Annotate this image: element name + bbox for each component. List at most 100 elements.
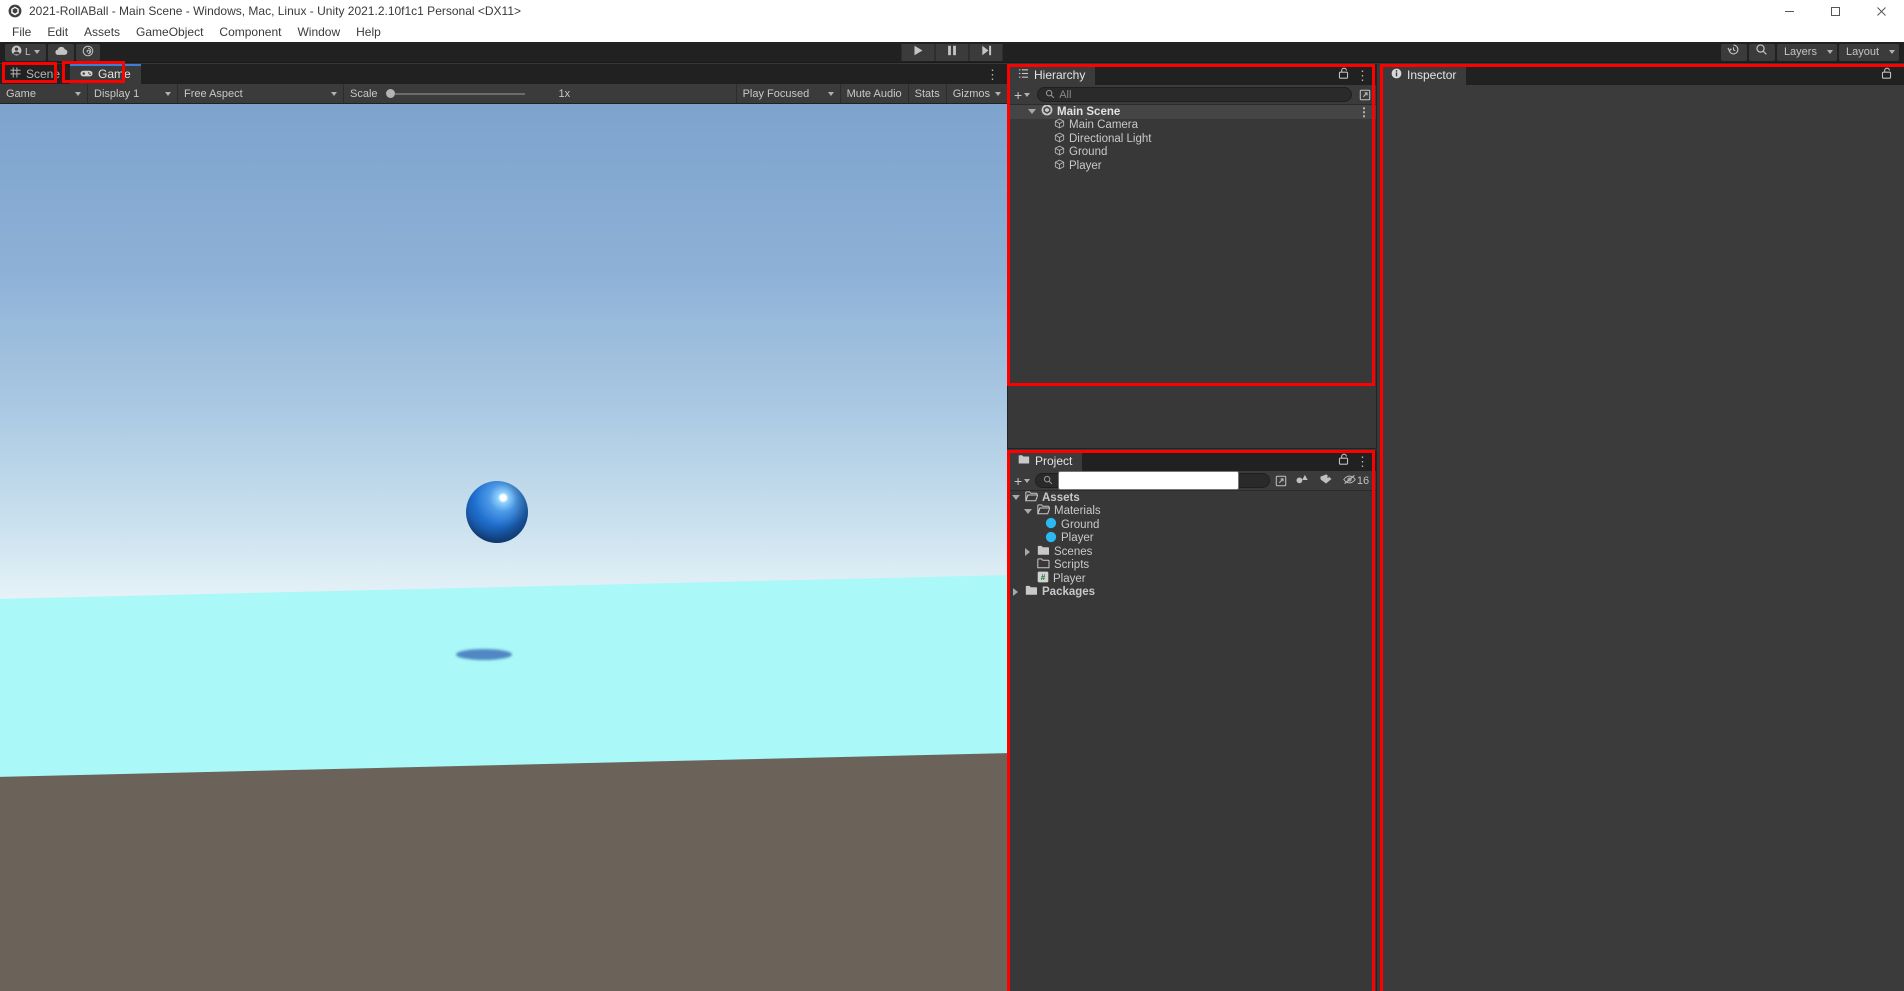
chevron-right-icon[interactable]	[1022, 547, 1033, 556]
create-gameobject-button[interactable]: +	[1011, 88, 1033, 102]
scale-slider[interactable]	[384, 89, 525, 98]
hierarchy-tree[interactable]: Main Scene ⋮ Main Camera Directional Lig…	[1008, 105, 1376, 448]
global-search-button[interactable]	[1748, 43, 1775, 61]
list-item[interactable]: Ground	[1008, 518, 1376, 532]
account-button[interactable]: L	[5, 43, 46, 61]
project-tree[interactable]: Assets Materials Ground Player Scenes Sc…	[1008, 491, 1376, 991]
scale-slider-knob[interactable]	[385, 89, 395, 98]
step-button[interactable]	[969, 43, 1003, 61]
scene-context-menu-icon[interactable]: ⋮	[1358, 105, 1370, 119]
gameobject-cube-icon	[1054, 132, 1065, 146]
minimize-icon[interactable]	[1766, 0, 1812, 22]
list-item[interactable]: Main Scene ⋮	[1008, 105, 1376, 119]
cloud-services-button[interactable]	[47, 43, 74, 61]
hidden-assets-indicator[interactable]: 16	[1339, 473, 1373, 489]
list-item[interactable]: Main Camera	[1008, 118, 1376, 133]
chevron-down-icon[interactable]	[1026, 109, 1037, 115]
scale-slider-group[interactable]: Scale 1x	[344, 84, 576, 103]
display-dropdown[interactable]: Display 1	[88, 84, 178, 103]
folder-empty-icon	[1037, 558, 1050, 572]
list-item[interactable]: Player	[1008, 159, 1376, 173]
chevron-down-icon[interactable]	[1010, 495, 1021, 501]
inspector-tab-row: Inspector ⋮	[1381, 65, 1904, 85]
gizmos-dropdown[interactable]: Gizmos	[947, 84, 1007, 103]
project-tab-row: Project ⋮	[1008, 451, 1376, 471]
list-item-label: Assets	[1042, 491, 1080, 504]
menu-item-component[interactable]: Component	[211, 23, 289, 41]
scale-slider-track[interactable]	[394, 92, 525, 95]
tab-scene[interactable]: Scene	[0, 64, 71, 84]
list-item[interactable]: Player	[1008, 531, 1376, 546]
aspect-ratio-dropdown[interactable]: Free Aspect	[178, 84, 344, 103]
list-item[interactable]: Packages	[1008, 586, 1376, 600]
menu-item-gameobject[interactable]: GameObject	[128, 23, 211, 41]
layers-dropdown[interactable]: Layers	[1776, 43, 1837, 61]
project-expand-button[interactable]	[1272, 473, 1289, 489]
menu-item-help[interactable]: Help	[348, 23, 389, 41]
info-icon	[1391, 68, 1402, 82]
hierarchy-search-box[interactable]	[1037, 87, 1352, 102]
chevron-down-icon	[1826, 50, 1833, 54]
menu-item-assets[interactable]: Assets	[76, 23, 128, 41]
list-item[interactable]: Directional Light	[1008, 132, 1376, 146]
game-view-panel: Scene Game ⋮ Game Display 1 Free Aspect …	[0, 64, 1007, 991]
game-view-mode-dropdown[interactable]: Game	[0, 84, 88, 103]
unity-logo-icon	[8, 4, 22, 18]
create-asset-button[interactable]: +	[1011, 474, 1033, 488]
pause-button[interactable]	[935, 43, 969, 61]
hierarchy-tab-row: Hierarchy ⋮	[1008, 65, 1376, 85]
play-mode-dropdown[interactable]: Play Focused	[735, 84, 841, 103]
filter-by-type-button[interactable]	[1291, 473, 1313, 489]
play-button[interactable]	[901, 43, 935, 61]
list-item[interactable]: Assets	[1008, 491, 1376, 505]
unity-services-button[interactable]	[75, 43, 100, 61]
list-item[interactable]: # Player	[1008, 571, 1376, 586]
more-options-icon[interactable]: ⋮	[1899, 69, 1904, 82]
chevron-down-icon[interactable]	[1022, 508, 1033, 514]
menu-item-edit[interactable]: Edit	[39, 23, 76, 41]
project-search-box[interactable]	[1035, 471, 1270, 490]
list-item[interactable]: Scripts	[1008, 558, 1376, 573]
inspector-content-empty	[1381, 85, 1904, 991]
list-item-label: Player	[1069, 159, 1102, 172]
menu-item-file[interactable]: File	[4, 23, 39, 41]
menu-item-window[interactable]: Window	[289, 23, 348, 41]
tab-project[interactable]: Project	[1008, 451, 1083, 471]
list-item[interactable]: Materials	[1008, 504, 1376, 519]
tab-inspector[interactable]: Inspector	[1381, 65, 1467, 85]
chevron-right-icon[interactable]	[1010, 588, 1021, 597]
hierarchy-search-input[interactable]	[1059, 88, 1344, 101]
inspector-panel: Inspector ⋮	[1380, 64, 1904, 991]
player-ball-object	[466, 480, 529, 543]
lock-open-icon[interactable]	[1338, 66, 1349, 84]
lock-open-icon[interactable]	[1338, 452, 1349, 470]
list-item[interactable]: Scenes	[1008, 545, 1376, 559]
play-icon	[913, 43, 923, 61]
lock-open-icon[interactable]	[1881, 66, 1892, 84]
game-panel-options[interactable]: ⋮	[986, 64, 1007, 84]
more-options-icon[interactable]: ⋮	[1356, 69, 1369, 82]
stats-button[interactable]: Stats	[909, 84, 947, 103]
filter-by-label-icon	[1319, 472, 1333, 490]
hierarchy-expand-button[interactable]	[1356, 87, 1373, 103]
maximize-icon[interactable]	[1812, 0, 1858, 22]
hierarchy-panel: Hierarchy ⋮ + All Main Scene ⋮ Main Came…	[1007, 64, 1377, 449]
chevron-down-icon	[827, 91, 834, 96]
layout-dropdown[interactable]: Layout	[1838, 43, 1899, 61]
player-ball-shadow	[456, 648, 513, 660]
chevron-down-icon	[33, 50, 40, 54]
editor-workspace: Scene Game ⋮ Game Display 1 Free Aspect …	[0, 64, 1904, 991]
more-options-icon[interactable]: ⋮	[1356, 455, 1369, 468]
window-title-text: 2021-RollABall - Main Scene - Windows, M…	[29, 4, 522, 18]
folder-open-icon	[1037, 504, 1051, 518]
mute-audio-button[interactable]: Mute Audio	[841, 84, 909, 103]
project-search-input[interactable]	[1058, 471, 1240, 490]
project-toolbar: + 16	[1008, 471, 1376, 491]
tab-hierarchy[interactable]: Hierarchy	[1008, 65, 1096, 85]
close-icon[interactable]	[1858, 0, 1904, 22]
list-item[interactable]: Ground	[1008, 145, 1376, 160]
filter-by-label-button[interactable]	[1315, 473, 1337, 489]
tab-game[interactable]: Game	[70, 64, 141, 84]
undo-history-button[interactable]	[1720, 43, 1747, 61]
game-render-surface[interactable]	[0, 104, 1007, 991]
